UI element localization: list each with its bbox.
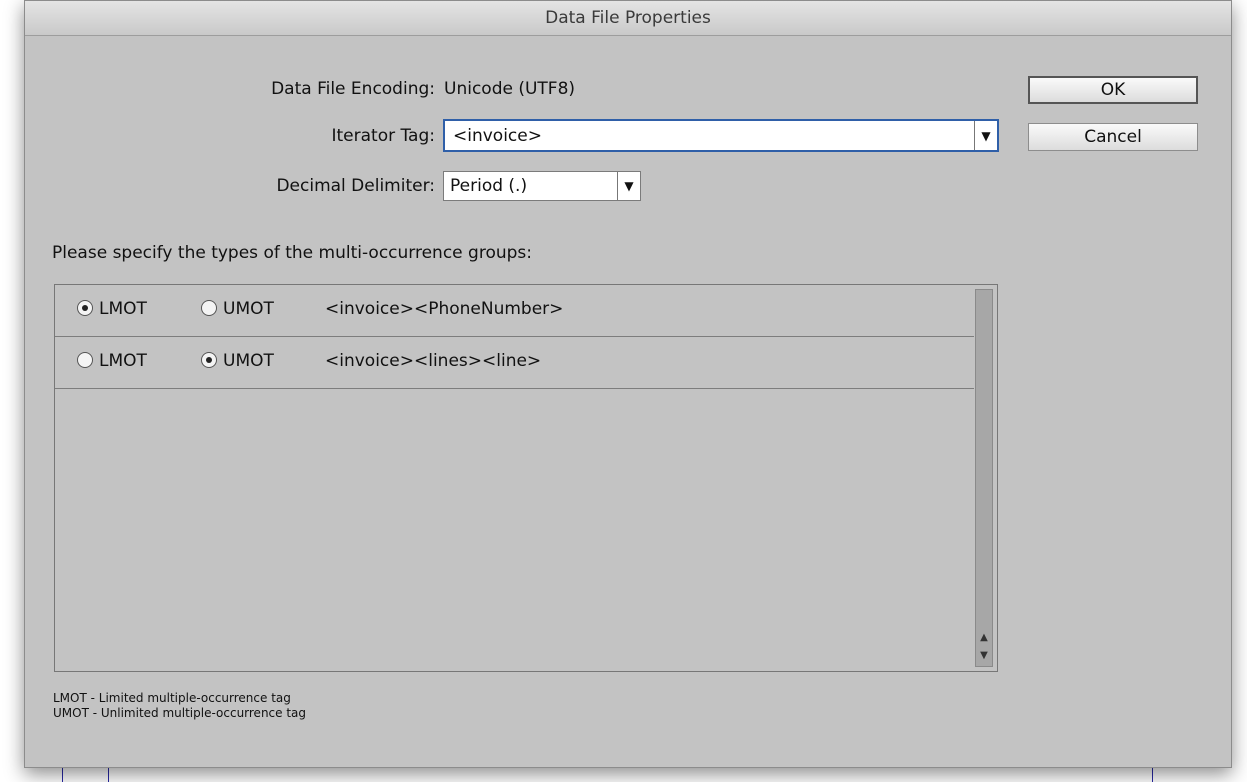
radio-selected-dot	[206, 357, 212, 363]
iterator-tag-value: <invoice>	[453, 126, 542, 146]
decimal-delimiter-value: Period (.)	[450, 176, 528, 196]
encoding-value: Unicode (UTF8)	[444, 79, 576, 99]
data-file-properties-dialog: Data File Properties Data File Encoding:…	[24, 0, 1232, 768]
group-tag-path: <invoice><PhoneNumber>	[325, 299, 564, 319]
dialog-title: Data File Properties	[25, 1, 1231, 36]
umot-radio[interactable]	[201, 352, 217, 368]
vertical-scrollbar[interactable]: ▲ ▼	[975, 289, 993, 667]
decimal-delimiter-select[interactable]: Period (.) ▼	[443, 171, 641, 201]
decimal-delimiter-label: Decimal Delimiter:	[276, 176, 435, 196]
iterator-tag-label: Iterator Tag:	[331, 126, 435, 146]
scroll-down-icon[interactable]: ▼	[976, 648, 992, 664]
list-item: LMOT UMOT <invoice><PhoneNumber>	[55, 285, 974, 337]
umot-radio-label[interactable]: UMOT	[223, 351, 274, 371]
groups-list: LMOT UMOT <invoice><PhoneNumber> LMOT UM…	[54, 284, 998, 672]
iterator-tag-select[interactable]: <invoice> ▼	[443, 119, 999, 152]
umot-radio[interactable]	[201, 300, 217, 316]
ok-button[interactable]: OK	[1028, 76, 1198, 104]
lmot-radio[interactable]	[77, 300, 93, 316]
scroll-up-icon[interactable]: ▲	[976, 630, 992, 646]
chevron-down-icon[interactable]: ▼	[617, 172, 640, 200]
encoding-label: Data File Encoding:	[271, 79, 435, 99]
lmot-radio[interactable]	[77, 352, 93, 368]
radio-selected-dot	[82, 305, 88, 311]
group-tag-path: <invoice><lines><line>	[325, 351, 542, 371]
legend-umot: UMOT - Unlimited multiple-occurrence tag	[53, 706, 307, 720]
legend-lmot: LMOT - Limited multiple-occurrence tag	[53, 691, 291, 705]
groups-prompt: Please specify the types of the multi-oc…	[52, 243, 533, 263]
chevron-down-icon[interactable]: ▼	[974, 121, 997, 150]
lmot-radio-label[interactable]: LMOT	[99, 299, 147, 319]
lmot-radio-label[interactable]: LMOT	[99, 351, 147, 371]
cancel-button[interactable]: Cancel	[1028, 123, 1198, 151]
list-item: LMOT UMOT <invoice><lines><line>	[55, 337, 974, 389]
umot-radio-label[interactable]: UMOT	[223, 299, 274, 319]
